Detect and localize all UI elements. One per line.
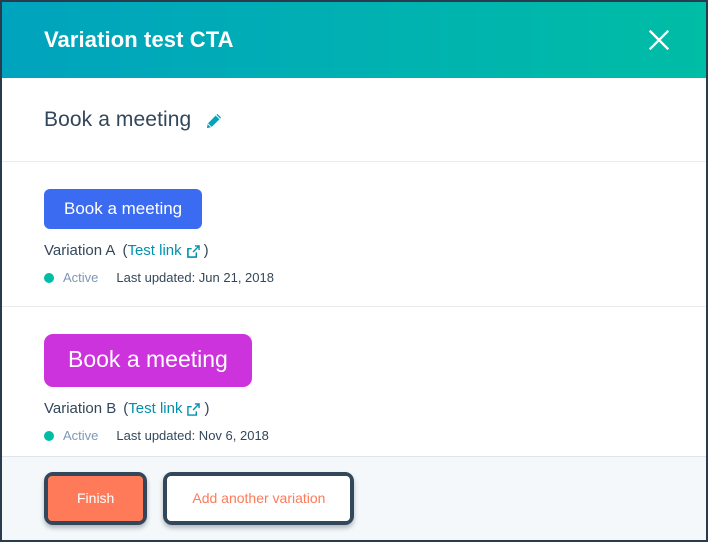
variation-name: Variation B bbox=[44, 400, 117, 417]
test-link-label: Test link bbox=[127, 242, 182, 259]
status-dot-icon bbox=[44, 430, 54, 441]
variation-a-status-row: Active Last updated: Jun 21, 2018 bbox=[44, 271, 664, 284]
paren-close: ) bbox=[203, 242, 209, 259]
cta-preview-variation-b[interactable]: Book a meeting bbox=[44, 334, 252, 387]
variation-test-cta-modal: Variation test CTA Book a meeting Book a… bbox=[0, 0, 708, 542]
variation-row: Book a meeting Variation B ( Test link ) bbox=[2, 307, 706, 456]
modal-footer: Finish Add another variation bbox=[2, 456, 706, 540]
variation-name: Variation A bbox=[44, 242, 116, 259]
test-link-variation-a[interactable]: Test link bbox=[127, 242, 200, 259]
status-badge: Active bbox=[63, 428, 99, 443]
modal-header: Variation test CTA bbox=[2, 2, 706, 78]
finish-button[interactable]: Finish bbox=[48, 476, 144, 521]
finish-button-highlight: Finish bbox=[44, 472, 148, 525]
add-another-variation-button[interactable]: Add another variation bbox=[167, 476, 351, 521]
last-updated: Last updated: Nov 6, 2018 bbox=[116, 428, 269, 443]
modal-body: Book a meeting Book a meeting Variation … bbox=[2, 78, 706, 456]
variation-row: Book a meeting Variation A ( Test link)… bbox=[2, 162, 706, 307]
last-updated: Last updated: Jun 21, 2018 bbox=[116, 270, 274, 285]
variation-a-label-row: Variation A ( Test link ) bbox=[44, 243, 664, 258]
status-badge: Active bbox=[63, 270, 99, 285]
cta-name-row: Book a meeting bbox=[2, 78, 706, 162]
cta-name: Book a meeting bbox=[44, 108, 192, 131]
variation-b-status-row: Active Last updated: Nov 6, 2018 bbox=[44, 429, 664, 442]
paren-close: ) bbox=[204, 400, 210, 417]
external-link-icon bbox=[186, 245, 200, 258]
close-icon bbox=[648, 29, 670, 51]
status-dot-icon bbox=[44, 272, 54, 283]
test-link-label: Test link bbox=[128, 400, 183, 417]
external-link-icon bbox=[187, 403, 201, 416]
pencil-icon[interactable] bbox=[205, 112, 223, 130]
variation-b-label-row: Variation B ( Test link ) bbox=[44, 401, 664, 416]
add-another-variation-button-highlight: Add another variation bbox=[163, 472, 355, 525]
page-title: Variation test CTA bbox=[44, 27, 234, 52]
cta-preview-variation-a[interactable]: Book a meeting bbox=[44, 189, 203, 229]
close-button[interactable] bbox=[640, 21, 678, 59]
test-link-variation-b[interactable]: Test link bbox=[128, 400, 201, 417]
